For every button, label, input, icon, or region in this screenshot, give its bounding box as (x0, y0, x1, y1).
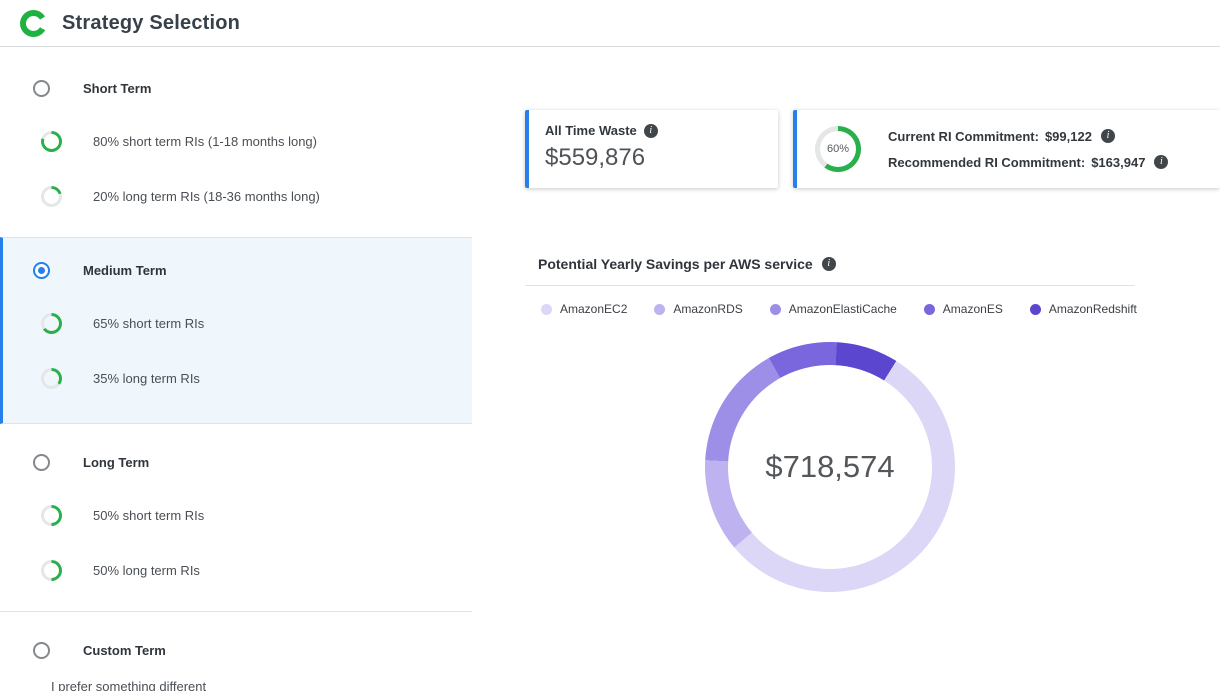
current-ri-commitment-label: Current RI Commitment: (888, 129, 1039, 144)
page-header: Strategy Selection (0, 0, 1220, 47)
legend-label: AmazonES (943, 302, 1003, 316)
strategy-radio-short-term[interactable]: Short Term (0, 80, 472, 97)
current-ri-commitment-value: $99,122 (1045, 129, 1092, 144)
allocation-label: 80% short term RIs (1-18 months long) (93, 134, 317, 149)
strategy-sidebar: Short Term 80% short term RIs (1-18 mont… (0, 47, 472, 691)
allocation-label: 50% long term RIs (93, 563, 200, 578)
legend-label: AmazonElastiCache (789, 302, 897, 316)
legend-dot-icon (1030, 304, 1041, 315)
info-icon[interactable] (1154, 155, 1168, 169)
option-label: Medium Term (83, 263, 167, 278)
progress-ring-icon (41, 131, 62, 152)
summary-cards-row: All Time Waste $559,876 60% Current RI C… (525, 110, 1220, 188)
allocation-item: 35% long term RIs (3, 368, 472, 389)
radio-icon[interactable] (33, 642, 50, 659)
legend-label: AmazonRDS (673, 302, 742, 316)
donut-chart[interactable]: $718,574 (705, 342, 955, 592)
info-icon[interactable] (1101, 129, 1115, 143)
commitment-ring-label: 60% (827, 143, 849, 155)
savings-chart-section: Potential Yearly Savings per AWS service… (525, 256, 1135, 592)
legend-item[interactable]: AmazonEC2 (541, 302, 627, 316)
chart-title: Potential Yearly Savings per AWS service (538, 256, 813, 272)
strategy-option-short-term: Short Term 80% short term RIs (1-18 mont… (0, 47, 472, 237)
divider (525, 285, 1135, 286)
allocation-item: 50% long term RIs (0, 560, 472, 581)
allocation-item: 65% short term RIs (3, 313, 472, 334)
donut-center-total: $718,574 (705, 342, 955, 592)
strategy-radio-custom-term[interactable]: Custom Term (0, 642, 472, 659)
current-ri-commitment-row: Current RI Commitment: $99,122 (888, 129, 1168, 144)
strategy-option-custom-term: Custom Term I prefer something different (0, 612, 472, 691)
option-label: Custom Term (83, 643, 166, 658)
card-title: All Time Waste (545, 123, 637, 138)
legend-item[interactable]: AmazonRedshift (1030, 302, 1137, 316)
recommended-ri-commitment-row: Recommended RI Commitment: $163,947 (888, 155, 1168, 170)
recommended-ri-commitment-value: $163,947 (1091, 155, 1145, 170)
allocation-label: 20% long term RIs (18-36 months long) (93, 189, 320, 204)
legend-dot-icon (770, 304, 781, 315)
legend-item[interactable]: AmazonElastiCache (770, 302, 897, 316)
radio-selected-icon[interactable] (33, 262, 50, 279)
option-label: Long Term (83, 455, 149, 470)
main-content: All Time Waste $559,876 60% Current RI C… (472, 47, 1220, 592)
legend-dot-icon (924, 304, 935, 315)
all-time-waste-card: All Time Waste $559,876 (525, 110, 778, 188)
legend-label: AmazonEC2 (560, 302, 627, 316)
legend-dot-icon (654, 304, 665, 315)
legend-dot-icon (541, 304, 552, 315)
progress-ring-icon (41, 505, 62, 526)
app-logo-icon (20, 10, 47, 37)
radio-icon[interactable] (33, 80, 50, 97)
strategy-option-medium-term: Medium Term 65% short term RIs 35% long … (0, 237, 472, 424)
commitment-progress-ring: 60% (815, 126, 861, 172)
custom-term-description: I prefer something different (51, 679, 472, 691)
allocation-label: 50% short term RIs (93, 508, 204, 523)
legend-item[interactable]: AmazonRDS (654, 302, 742, 316)
all-time-waste-value: $559,876 (545, 144, 762, 172)
info-icon[interactable] (644, 124, 658, 138)
allocation-item: 20% long term RIs (18-36 months long) (0, 186, 472, 207)
recommended-ri-commitment-label: Recommended RI Commitment: (888, 155, 1085, 170)
ri-commitment-card: 60% Current RI Commitment: $99,122 Recom… (793, 110, 1220, 188)
legend-label: AmazonRedshift (1049, 302, 1137, 316)
progress-ring-icon (41, 313, 62, 334)
allocation-item: 50% short term RIs (0, 505, 472, 526)
page-title: Strategy Selection (62, 12, 240, 35)
progress-ring-icon (41, 186, 62, 207)
allocation-label: 35% long term RIs (93, 371, 200, 386)
radio-icon[interactable] (33, 454, 50, 471)
allocation-label: 65% short term RIs (93, 316, 204, 331)
progress-ring-icon (41, 368, 62, 389)
strategy-option-long-term: Long Term 50% short term RIs 50% long te… (0, 424, 472, 612)
legend-item[interactable]: AmazonES (924, 302, 1003, 316)
progress-ring-icon (41, 560, 62, 581)
allocation-item: 80% short term RIs (1-18 months long) (0, 131, 472, 152)
option-label: Short Term (83, 81, 151, 96)
strategy-radio-long-term[interactable]: Long Term (0, 454, 472, 471)
chart-legend: AmazonEC2 AmazonRDS AmazonElastiCache Amazo… (541, 302, 1135, 316)
info-icon[interactable] (822, 257, 836, 271)
strategy-radio-medium-term[interactable]: Medium Term (3, 262, 472, 279)
